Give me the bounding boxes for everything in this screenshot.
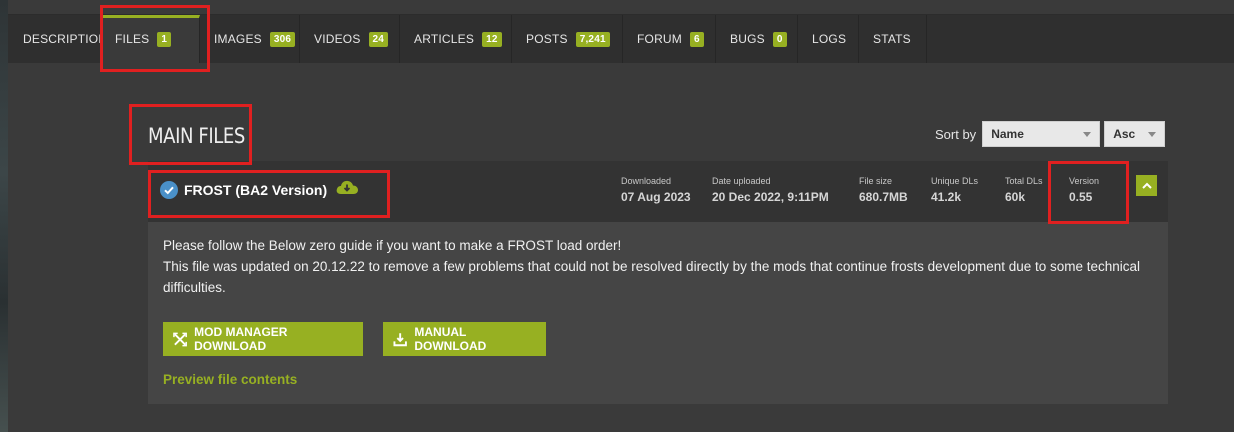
sort-controls: Sort by Name Asc [935, 121, 1166, 147]
stat-total-dls: Total DLs 60k [1005, 176, 1043, 204]
tab-logs[interactable]: LOGS [798, 15, 859, 63]
stat-label: Downloaded [621, 176, 672, 186]
tab-count-badge: 0 [772, 31, 787, 47]
stat-label: Version [1069, 176, 1100, 186]
button-label: MOD MANAGER DOWNLOAD [194, 325, 288, 353]
tab-count-badge: 306 [269, 31, 296, 47]
sort-order-select[interactable]: Asc [1104, 121, 1166, 147]
tab-label: STATS [873, 32, 911, 46]
description-line: This file was updated on 20.12.22 to rem… [163, 259, 1141, 295]
tab-count-badge: 12 [482, 31, 502, 47]
mod-manager-icon [173, 332, 187, 346]
check-circle-icon [160, 180, 178, 199]
sort-field-value: Name [991, 127, 1024, 141]
cloud-download-icon [335, 179, 359, 200]
file-name-group: FROST (BA2 Version) [160, 179, 359, 200]
tab-count-badge: 6 [690, 31, 704, 47]
tab-count-badge: 1 [157, 31, 172, 47]
manual-download-button[interactable]: MANUAL DOWNLOAD [383, 322, 546, 356]
tab-label: POSTS [526, 32, 568, 46]
tab-videos[interactable]: VIDEOS 24 [300, 15, 400, 63]
tab-images[interactable]: IMAGES 306 [200, 15, 300, 63]
top-bar [8, 0, 1234, 15]
tab-posts[interactable]: POSTS 7,241 [512, 15, 623, 63]
tab-forum[interactable]: FORUM 6 [623, 15, 716, 63]
file-card: FROST (BA2 Version) Downloaded 07 Aug 20… [148, 161, 1168, 404]
stat-unique-dls: Unique DLs 41.2k [931, 176, 978, 204]
stat-downloaded: Downloaded 07 Aug 2023 [621, 176, 691, 204]
background-strip [0, 0, 8, 432]
tab-label: BUGS [730, 32, 765, 46]
chevron-down-icon [1083, 131, 1092, 137]
tab-articles[interactable]: ARTICLES 12 [400, 15, 512, 63]
tab-label: DESCRIPTION [23, 32, 108, 46]
description-line: Please follow the Below zero guide if yo… [163, 238, 622, 253]
tab-count-badge: 7,241 [575, 31, 610, 47]
tab-label: FORUM [637, 32, 682, 46]
stat-value: 07 Aug 2023 [621, 190, 691, 204]
collapse-button[interactable] [1136, 175, 1157, 196]
tab-label: ARTICLES [414, 32, 475, 46]
stat-value: 20 Dec 2022, 9:11PM [712, 190, 829, 204]
tab-count-badge: 24 [368, 31, 389, 47]
stat-value: 41.2k [931, 190, 962, 204]
chevron-down-icon [1148, 131, 1157, 137]
stat-label: File size [859, 176, 893, 186]
chevron-up-icon [1141, 182, 1152, 189]
preview-file-contents-link[interactable]: Preview file contents [163, 372, 297, 387]
tab-bugs[interactable]: BUGS 0 [716, 15, 798, 63]
tab-label: IMAGES [214, 32, 262, 46]
tab-stats[interactable]: STATS [859, 15, 927, 63]
button-label: MANUAL DOWNLOAD [414, 325, 487, 353]
stat-value: 0.55 [1069, 190, 1093, 204]
tab-label: VIDEOS [314, 32, 361, 46]
stat-uploaded: Date uploaded 20 Dec 2022, 9:11PM [712, 176, 829, 204]
stat-version: Version 0.55 [1069, 176, 1099, 204]
stat-value: 60k [1005, 190, 1026, 204]
stat-file-size: File size 680.7MB [859, 176, 908, 204]
download-icon [393, 332, 407, 346]
mod-manager-download-button[interactable]: MOD MANAGER DOWNLOAD [163, 322, 363, 356]
stat-value: 680.7MB [859, 190, 908, 204]
file-description: Please follow the Below zero guide if yo… [163, 235, 1163, 298]
stat-label: Date uploaded [712, 176, 771, 186]
tab-bar: DESCRIPTION FILES 1 IMAGES 306 VIDEOS 24 AR… [8, 15, 1234, 63]
file-header[interactable]: FROST (BA2 Version) Downloaded 07 Aug 20… [148, 161, 1168, 222]
tab-files[interactable]: FILES 1 [102, 15, 200, 63]
tab-label: LOGS [812, 32, 847, 46]
tab-label: FILES [115, 32, 150, 46]
stat-label: Unique DLs [931, 176, 979, 186]
section-title: MAIN FILES [148, 124, 245, 148]
sort-field-select[interactable]: Name [982, 121, 1101, 147]
sort-order-value: Asc [1113, 127, 1136, 141]
sort-label: Sort by [935, 126, 977, 142]
tab-description[interactable]: DESCRIPTION [8, 15, 107, 63]
file-title: FROST (BA2 Version) [184, 181, 328, 198]
stat-label: Total DLs [1005, 176, 1043, 186]
